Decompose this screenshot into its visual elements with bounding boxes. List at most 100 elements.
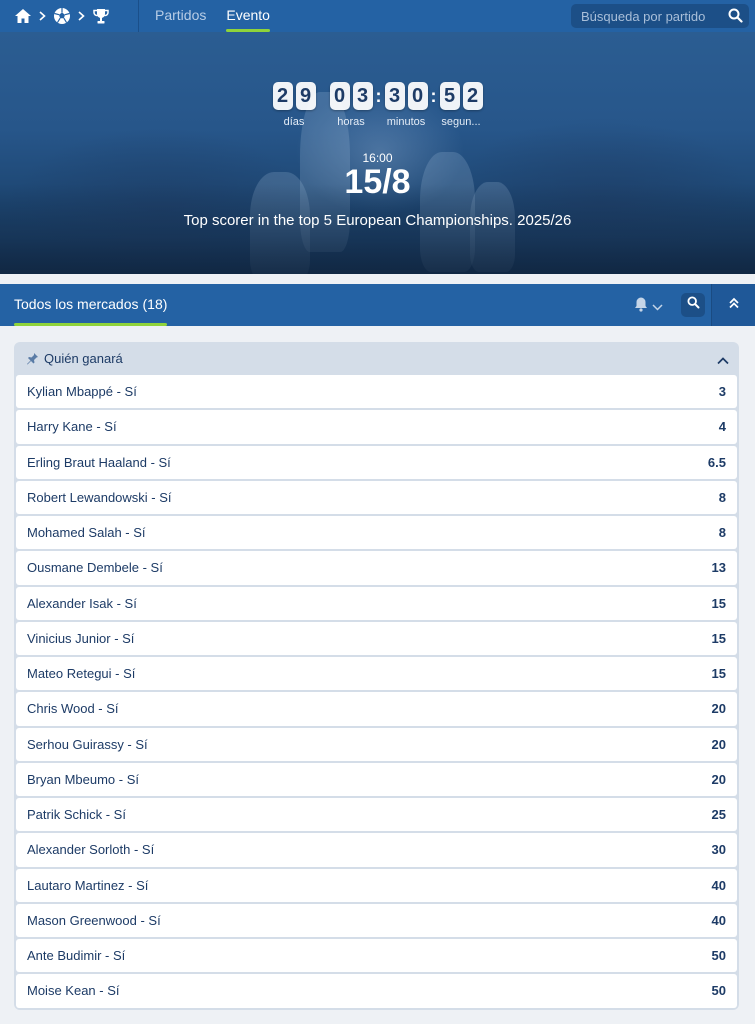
selection-row[interactable]: Erling Braut Haaland - Sí 6.5 — [16, 445, 737, 479]
home-icon[interactable] — [14, 8, 32, 24]
selection-odd[interactable]: 4 — [719, 419, 726, 434]
market-title: Quién ganará — [44, 351, 123, 366]
selection-row[interactable]: Chris Wood - Sí 20 — [16, 692, 737, 726]
selection-row[interactable]: Lautaro Martinez - Sí 40 — [16, 868, 737, 902]
selection-row[interactable]: Serhou Guirassy - Sí 20 — [16, 727, 737, 761]
selection-row[interactable]: Mateo Retegui - Sí 15 — [16, 657, 737, 691]
event-title: Top scorer in the top 5 European Champio… — [183, 212, 572, 229]
selection-odd[interactable]: 40 — [712, 878, 726, 893]
selection-odd[interactable]: 20 — [712, 737, 726, 752]
top-nav: Partidos Evento — [0, 0, 755, 32]
countdown-digit: 0 — [407, 82, 428, 110]
tab-all-markets[interactable]: Todos los mercados (18) — [14, 284, 168, 326]
selection-name: Serhou Guirassy - Sí — [27, 736, 148, 752]
selection-row[interactable]: Robert Lewandowski - Sí 8 — [16, 480, 737, 514]
selection-row[interactable]: Mason Greenwood - Sí 40 — [16, 903, 737, 937]
selection-name: Mason Greenwood - Sí — [27, 912, 161, 928]
selection-list: Kylian Mbappé - Sí 3 Harry Kane - Sí 4 Erlin… — [14, 375, 739, 1010]
selection-row[interactable]: Moise Kean - Sí 50 — [16, 974, 737, 1008]
market-panel: Quién ganará Kylian Mbappé - Sí 3 Harry Ka… — [14, 342, 739, 1010]
selection-odd[interactable]: 50 — [712, 948, 726, 963]
countdown-digit: 9 — [295, 82, 316, 110]
search-icon — [686, 296, 700, 314]
selection-odd[interactable]: 20 — [712, 701, 726, 716]
selection-odd[interactable]: 50 — [712, 983, 726, 998]
selection-row[interactable]: Ante Budimir - Sí 50 — [16, 939, 737, 973]
selection-name: Vinicius Junior - Sí — [27, 630, 135, 646]
countdown-timer: 2 9 días 0 3 horas : 3 0 minutos : 5 2 s… — [0, 82, 755, 128]
countdown-digit: 2 — [272, 82, 293, 110]
countdown-digit: 5 — [439, 82, 460, 110]
selection-name: Mohamed Salah - Sí — [27, 525, 146, 541]
selection-name: Moise Kean - Sí — [27, 983, 120, 999]
selection-odd[interactable]: 8 — [719, 490, 726, 505]
event-date: 15/8 — [344, 163, 411, 201]
selection-name: Ante Budimir - Sí — [27, 948, 126, 964]
market-header[interactable]: Quién ganará — [14, 342, 739, 375]
countdown-days: 2 9 días — [272, 82, 316, 128]
selection-row[interactable]: Mohamed Salah - Sí 8 — [16, 516, 737, 550]
tab-partidos[interactable]: Partidos — [155, 0, 206, 32]
selection-row[interactable]: Patrik Schick - Sí 25 — [16, 798, 737, 832]
selection-name: Erling Braut Haaland - Sí — [27, 454, 171, 470]
bell-icon — [634, 296, 648, 317]
markets-count: (18) — [142, 296, 168, 312]
countdown-separator: : — [375, 86, 382, 106]
chevron-up-icon[interactable] — [717, 352, 729, 370]
breadcrumb — [0, 0, 139, 32]
selection-name: Mateo Retegui - Sí — [27, 666, 136, 682]
selection-odd[interactable]: 25 — [712, 807, 726, 822]
markets-tab-label: Todos los mercados — [14, 296, 139, 312]
notifications-toggle[interactable] — [634, 296, 663, 317]
markets-bar: Todos los mercados (18) — [0, 284, 755, 326]
search-box — [571, 4, 749, 28]
search-input[interactable] — [581, 8, 721, 24]
countdown-digit: 2 — [462, 82, 483, 110]
countdown-label: segun... — [441, 116, 481, 128]
tab-evento[interactable]: Evento — [226, 0, 270, 32]
countdown-digit: 0 — [329, 82, 350, 110]
countdown-digit: 3 — [384, 82, 405, 110]
selection-row[interactable]: Harry Kane - Sí 4 — [16, 410, 737, 444]
selection-name: Ousmane Dembele - Sí — [27, 560, 163, 576]
selection-name: Patrik Schick - Sí — [27, 807, 126, 823]
selection-name: Bryan Mbeumo - Sí — [27, 771, 139, 787]
countdown-hours: 0 3 horas — [329, 82, 373, 128]
selection-odd[interactable]: 8 — [719, 525, 726, 540]
selection-odd[interactable]: 20 — [712, 772, 726, 787]
selection-odd[interactable]: 13 — [712, 560, 726, 575]
nav-tabs: Partidos Evento — [155, 0, 290, 32]
collapse-all-button[interactable] — [711, 284, 755, 326]
selection-row[interactable]: Kylian Mbappé - Sí 3 — [16, 375, 737, 409]
countdown-separator: : — [430, 86, 437, 106]
selection-odd[interactable]: 3 — [719, 384, 726, 399]
selection-row[interactable]: Alexander Isak - Sí 15 — [16, 586, 737, 620]
selection-odd[interactable]: 15 — [712, 596, 726, 611]
selection-row[interactable]: Alexander Sorloth - Sí 30 — [16, 833, 737, 867]
countdown-minutes: 3 0 minutos — [384, 82, 428, 128]
countdown-label: minutos — [386, 116, 426, 128]
search-icon[interactable] — [728, 8, 743, 28]
selection-name: Robert Lewandowski - Sí — [27, 489, 172, 505]
selection-name: Lautaro Martinez - Sí — [27, 877, 149, 893]
selection-name: Alexander Isak - Sí — [27, 595, 137, 611]
selection-odd[interactable]: 30 — [712, 842, 726, 857]
selection-row[interactable]: Vinicius Junior - Sí 15 — [16, 621, 737, 655]
selection-odd[interactable]: 40 — [712, 913, 726, 928]
countdown-label: días — [283, 116, 305, 128]
selection-odd[interactable]: 6.5 — [708, 455, 726, 470]
trophy-icon[interactable] — [92, 8, 110, 25]
pin-icon[interactable] — [26, 352, 39, 365]
countdown-seconds: 5 2 segun... — [439, 82, 483, 128]
event-hero-banner: 2 9 días 0 3 horas : 3 0 minutos : 5 2 s… — [0, 32, 755, 274]
selection-name: Chris Wood - Sí — [27, 701, 119, 717]
chevron-right-icon — [78, 11, 85, 21]
selection-row[interactable]: Ousmane Dembele - Sí 13 — [16, 551, 737, 585]
selection-name: Alexander Sorloth - Sí — [27, 842, 155, 858]
selection-row[interactable]: Bryan Mbeumo - Sí 20 — [16, 762, 737, 796]
selection-odd[interactable]: 15 — [712, 666, 726, 681]
markets-search-button[interactable] — [681, 293, 705, 317]
selection-odd[interactable]: 15 — [712, 631, 726, 646]
soccer-ball-icon[interactable] — [53, 7, 71, 25]
countdown-digit: 3 — [352, 82, 373, 110]
